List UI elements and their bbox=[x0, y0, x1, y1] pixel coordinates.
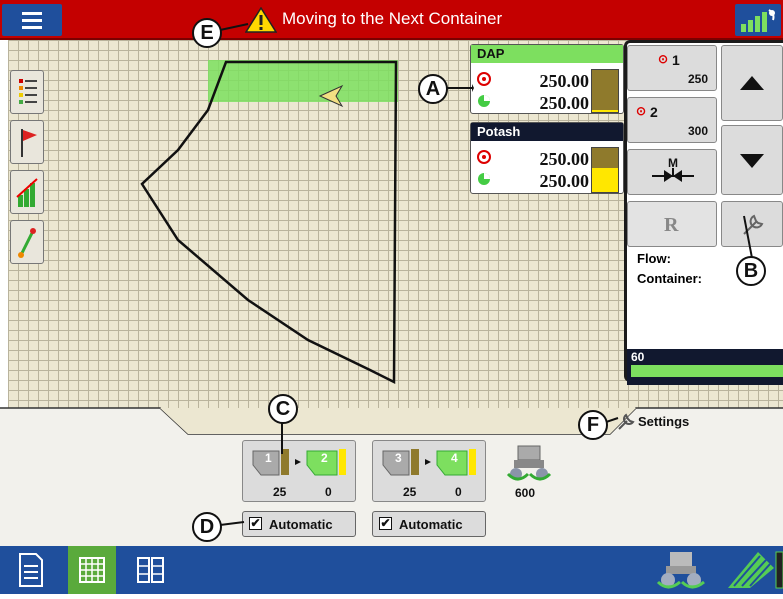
chart-icon[interactable] bbox=[10, 170, 44, 214]
rate-decrease-button[interactable] bbox=[721, 125, 783, 195]
checkbox[interactable]: ✔ bbox=[379, 517, 392, 530]
layers-icon[interactable] bbox=[10, 70, 44, 114]
rate-preset-value: 250 bbox=[687, 72, 708, 86]
checkbox[interactable]: ✔ bbox=[249, 517, 262, 530]
meter-value: 600 bbox=[515, 486, 536, 500]
product-card-potash[interactable]: Potash 250.00 250.00 bbox=[470, 122, 624, 194]
bin-count: 0 bbox=[325, 485, 332, 499]
split-grid-icon[interactable] bbox=[126, 546, 174, 594]
product-card-dap[interactable]: DAP 250.00 250.00 bbox=[470, 44, 624, 114]
container-label: Container: bbox=[637, 271, 702, 286]
callout-c-pointer bbox=[281, 422, 283, 454]
product-group-2[interactable]: 3 4 25 0 bbox=[372, 440, 486, 502]
gps-satellite-icon[interactable] bbox=[735, 4, 781, 36]
guidance-icon[interactable] bbox=[10, 220, 44, 264]
automatic-toggle-2[interactable]: ✔ Automatic bbox=[372, 511, 486, 537]
product-name: Potash bbox=[471, 123, 623, 141]
field-icon[interactable] bbox=[720, 546, 783, 594]
down-arrow-icon bbox=[740, 154, 764, 168]
manual-valve-icon bbox=[652, 168, 694, 182]
callout-d: D bbox=[192, 512, 222, 542]
product-group-1[interactable]: 1 2 25 0 bbox=[242, 440, 356, 502]
container-gauge bbox=[591, 147, 619, 193]
up-arrow-icon bbox=[740, 76, 764, 90]
actual-rate: 250.00 bbox=[539, 93, 590, 113]
target-rate: 250.00 bbox=[539, 71, 590, 91]
grid-icon[interactable] bbox=[68, 546, 116, 594]
bin-count: 25 bbox=[273, 485, 287, 499]
prescription-button[interactable]: R bbox=[627, 201, 717, 247]
actual-rate: 250.00 bbox=[539, 171, 590, 191]
bin-count: 25 bbox=[403, 485, 417, 499]
product-name: DAP bbox=[471, 45, 623, 63]
speed-value: 60 bbox=[631, 350, 645, 364]
automatic-toggle-1[interactable]: ✔ Automatic bbox=[242, 511, 356, 537]
callout-f-pointer bbox=[606, 417, 619, 423]
flow-label: Flow: bbox=[637, 251, 671, 266]
callout-f: F bbox=[578, 410, 608, 440]
manual-rate-button[interactable]: M bbox=[627, 149, 717, 195]
alert-message[interactable]: Moving to the Next Container bbox=[282, 9, 502, 29]
rate-preset-2-button[interactable]: ⊙ 2 300 bbox=[627, 97, 717, 143]
callout-b-pointer bbox=[743, 215, 753, 258]
callout-a-pointer bbox=[446, 84, 474, 92]
menu-icon[interactable] bbox=[2, 4, 62, 36]
target-icon bbox=[477, 72, 491, 86]
implement-icon[interactable] bbox=[650, 546, 710, 594]
bin-count: 0 bbox=[455, 485, 462, 499]
callout-d-pointer bbox=[220, 521, 245, 526]
speed-bar-fill bbox=[631, 365, 783, 377]
document-icon[interactable] bbox=[6, 546, 54, 594]
callout-a: A bbox=[418, 74, 448, 104]
rate-preset-1-button[interactable]: ⊙ 1 250 bbox=[627, 45, 717, 91]
bottom-panel-outline bbox=[0, 407, 783, 435]
target-icon bbox=[477, 150, 491, 164]
rate-control-panel: ⊙ 1 250 ⊙ 2 300 M R Flow: Container: 60 bbox=[624, 40, 783, 385]
container-gauge bbox=[591, 69, 619, 113]
target-rate: 250.00 bbox=[539, 149, 590, 169]
callout-c: C bbox=[268, 394, 298, 424]
flag-icon[interactable] bbox=[10, 120, 44, 164]
settings-link[interactable]: Settings bbox=[638, 414, 689, 429]
callout-e-pointer bbox=[220, 23, 249, 31]
actual-rate-icon bbox=[478, 95, 490, 107]
implement-meter-icon[interactable] bbox=[504, 444, 554, 484]
callout-e: E bbox=[192, 18, 222, 48]
callout-b: B bbox=[736, 256, 766, 286]
rate-increase-button[interactable] bbox=[721, 45, 783, 121]
taskbar bbox=[0, 546, 783, 594]
rate-preset-value: 300 bbox=[687, 124, 708, 138]
status-bar: Moving to the Next Container bbox=[0, 0, 783, 40]
actual-rate-icon bbox=[478, 173, 490, 185]
